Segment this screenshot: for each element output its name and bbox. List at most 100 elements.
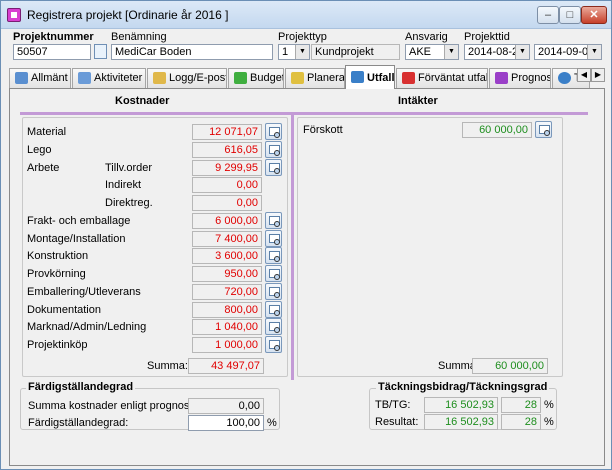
tab-forvantat-utfall[interactable]: Förväntat utfall <box>396 68 488 88</box>
cost-label-frakt-och-emballage: Frakt- och emballage <box>27 215 131 227</box>
cost-lookup-button[interactable] <box>265 230 282 247</box>
cost-lookup-button[interactable] <box>265 141 282 158</box>
tab-scroll-right-button[interactable]: ▶ <box>591 68 605 82</box>
pencil-icon <box>153 72 166 84</box>
ansvarig-value: AKE <box>409 46 432 58</box>
cost-lookup-button[interactable] <box>265 283 282 300</box>
projekttid-end-value: 2014-09-01 <box>538 46 595 58</box>
tbtg-label: TB/TG: <box>375 399 411 411</box>
tab-aktiviteter[interactable]: Aktiviteter <box>72 68 146 88</box>
ansvarig-label: Ansvarig <box>405 31 448 43</box>
benamning-input[interactable]: MediCar Boden <box>111 44 273 60</box>
cost-label-dokumentation: Dokumentation <box>27 304 101 316</box>
forecast-icon <box>402 72 415 84</box>
tab-label: Prognos <box>511 72 551 84</box>
chevron-down-icon[interactable]: ▼ <box>515 45 529 59</box>
app-icon <box>7 8 21 22</box>
projekttyp-code: 1 <box>282 46 289 58</box>
summa-prognos-label: Summa kostnader enligt prognos: <box>28 400 193 412</box>
window-title: Registrera projekt [Ordinarie år 2016 ] <box>27 8 229 22</box>
cost-sublabel-tillv-order: Tillv.order <box>105 162 153 174</box>
cost-value: 800,00 <box>192 302 262 318</box>
tab-label: Aktiviteter <box>94 72 143 84</box>
cost-label-projektink-p: Projektinköp <box>27 339 88 351</box>
kostnader-title: Kostnader <box>115 95 170 107</box>
chevron-down-icon[interactable]: ▼ <box>444 45 458 59</box>
cost-value: 1 000,00 <box>192 337 262 353</box>
cost-value: 0,00 <box>192 195 262 211</box>
kostnader-summa-value: 43 497,07 <box>188 358 264 374</box>
minimize-button[interactable]: – <box>537 6 559 24</box>
chart-icon <box>351 71 364 83</box>
close-button[interactable]: ✕ <box>581 6 607 24</box>
tab-prognos[interactable]: Prognos <box>489 68 551 88</box>
resultat-value: 16 502,93 <box>424 414 498 430</box>
cost-value: 7 400,00 <box>192 231 262 247</box>
gear-icon <box>15 72 28 84</box>
chevron-down-icon[interactable]: ▼ <box>587 45 601 59</box>
tab-planerat[interactable]: Planerat <box>285 68 345 88</box>
cost-value: 6 000,00 <box>192 213 262 229</box>
cost-label-provk-rning: Provkörning <box>27 268 86 280</box>
fardigstallandegrad-label: Färdigställandegrad: <box>28 417 129 429</box>
project-window: Registrera projekt [Ordinarie år 2016 ] … <box>0 0 612 470</box>
ansvarig-select[interactable]: AKE ▼ <box>405 44 459 60</box>
cost-label-marknad-admin-ledning: Marknad/Admin/Ledning <box>27 321 147 333</box>
maximize-button[interactable]: □ <box>559 6 581 24</box>
resultat-label: Resultat: <box>375 416 419 428</box>
cost-lookup-button[interactable] <box>265 318 282 335</box>
tab-budget[interactable]: Budget <box>228 68 284 88</box>
tab-logg-epost[interactable]: Logg/E-post <box>147 68 227 88</box>
cost-label-arbete: Arbete <box>27 162 60 174</box>
cost-lookup-button[interactable] <box>265 159 282 176</box>
fardigstallandegrad-input[interactable]: 100,00 <box>188 415 264 431</box>
projektnummer-label: Projektnummer <box>13 31 94 43</box>
tab-label: Logg/E-post <box>169 72 227 84</box>
cost-label-emballering-utleverans: Emballering/Utleverans <box>27 286 141 298</box>
title-bar[interactable]: Registrera projekt [Ordinarie år 2016 ] … <box>1 1 611 29</box>
clock-icon <box>558 72 571 84</box>
cost-lookup-button[interactable] <box>265 336 282 353</box>
tbtg-percent-unit: % <box>544 399 554 411</box>
calendar-icon <box>78 72 91 84</box>
forskott-label: Förskott <box>303 124 343 136</box>
percent-unit: % <box>267 417 277 429</box>
cost-lookup-button[interactable] <box>265 123 282 140</box>
cost-value: 1 040,00 <box>192 319 262 335</box>
column-divider <box>291 112 294 380</box>
intakter-title: Intäkter <box>398 95 438 107</box>
tab-scroll-left-button[interactable]: ◀ <box>577 68 591 82</box>
cost-label-konstruktion: Konstruktion <box>27 250 89 262</box>
chevron-down-icon[interactable]: ▼ <box>295 45 309 59</box>
projekttid-end-input[interactable]: 2014-09-01 ▼ <box>534 44 602 60</box>
summa-prognos-value: 0,00 <box>188 398 264 414</box>
cost-lookup-button[interactable] <box>265 212 282 229</box>
money-icon <box>234 72 247 84</box>
forskott-value: 60 000,00 <box>462 122 532 138</box>
projekttyp-label: Projekttyp <box>278 31 327 43</box>
document-icon[interactable] <box>94 44 107 59</box>
tab-allmant[interactable]: Allmänt <box>9 68 71 88</box>
cost-value: 950,00 <box>192 266 262 282</box>
tab-label: Budget <box>250 72 284 84</box>
projekttyp-select[interactable]: 1 ▼ <box>278 44 310 60</box>
cost-lookup-button[interactable] <box>265 247 282 264</box>
tab-utfall[interactable]: Utfall <box>345 65 395 89</box>
tab-label: Förväntat utfall <box>418 72 488 84</box>
projektnummer-input[interactable]: 50507 <box>13 44 91 60</box>
projekttid-start-input[interactable]: 2014-08-20 ▼ <box>464 44 530 60</box>
cost-label-montage-installation: Montage/Installation <box>27 233 126 245</box>
cost-lookup-button[interactable] <box>265 301 282 318</box>
projekttyp-name: Kundprojekt <box>311 44 400 60</box>
forskott-lookup-button[interactable] <box>535 121 552 138</box>
prognos-icon <box>495 72 508 84</box>
projekttid-label: Projekttid <box>464 31 510 43</box>
kostnader-summa-label: Summa: <box>147 360 188 372</box>
benamning-label: Benämning <box>111 31 167 43</box>
cost-value: 9 299,95 <box>192 160 262 176</box>
utfall-panel: Kostnader Intäkter Material 12 071,07 Lego… <box>9 88 605 466</box>
cost-value: 12 071,07 <box>192 124 262 140</box>
tab-label: Planerat <box>307 72 345 84</box>
tab-bar: Allmänt Aktiviteter Logg/E-post Budget P… <box>9 64 605 89</box>
cost-lookup-button[interactable] <box>265 265 282 282</box>
